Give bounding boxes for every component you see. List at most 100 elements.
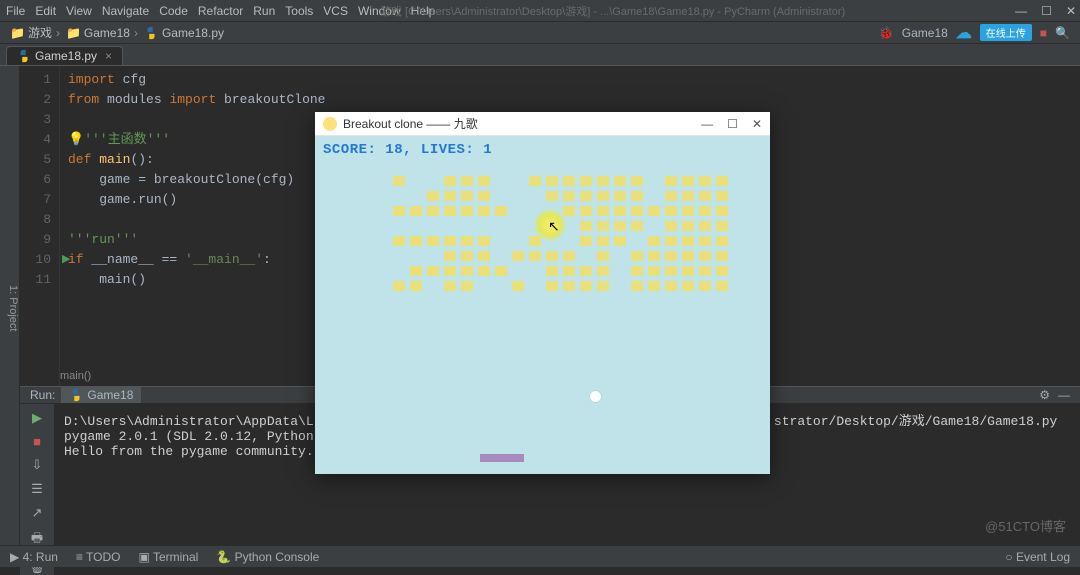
game-canvas[interactable]: SCORE: 18, LIVES: 1 ↖ — [315, 136, 770, 474]
brick — [410, 206, 422, 216]
event-log[interactable]: ○ Event Log — [1005, 550, 1070, 564]
brick — [614, 191, 626, 201]
tool-terminal[interactable]: ▣ Terminal — [139, 550, 199, 564]
breadcrumb-item-root[interactable]: 📁游戏› — [10, 24, 60, 41]
brick — [597, 191, 609, 201]
brick — [427, 236, 439, 246]
brick — [427, 191, 439, 201]
brick — [546, 266, 558, 276]
python-file-icon — [144, 26, 158, 40]
brick — [495, 266, 507, 276]
brick — [699, 221, 711, 231]
game-maximize-icon[interactable]: ☐ — [727, 117, 738, 131]
game-app-icon — [323, 117, 337, 131]
brick — [495, 206, 507, 216]
menu-run[interactable]: Run — [253, 4, 275, 18]
rerun-icon[interactable]: ▶ — [32, 410, 42, 426]
brick — [665, 176, 677, 186]
brick — [580, 266, 592, 276]
brick — [444, 251, 456, 261]
search-icon[interactable]: 🔍 — [1055, 26, 1070, 40]
breadcrumb-item-file[interactable]: Game18.py — [144, 26, 224, 40]
stop-button-icon[interactable]: ■ — [1040, 26, 1047, 40]
brick — [478, 236, 490, 246]
window-minimize-icon[interactable]: — — [1015, 4, 1027, 18]
brick — [682, 266, 694, 276]
brick — [614, 176, 626, 186]
minimize-panel-icon[interactable]: — — [1058, 388, 1070, 402]
upload-badge[interactable]: 在线上传 — [980, 24, 1032, 41]
menu-refactor[interactable]: Refactor — [198, 4, 243, 18]
python-file-icon — [17, 49, 31, 63]
menu-code[interactable]: Code — [159, 4, 188, 18]
brick — [444, 206, 456, 216]
tool-run[interactable]: ▶ 4: Run — [10, 550, 58, 564]
window-maximize-icon[interactable]: ☐ — [1041, 4, 1052, 18]
brick — [648, 266, 660, 276]
brick — [631, 266, 643, 276]
brick — [444, 236, 456, 246]
game-paddle[interactable] — [480, 454, 524, 462]
menu-edit[interactable]: Edit — [35, 4, 56, 18]
brick — [461, 206, 473, 216]
brick — [716, 236, 728, 246]
menu-navigate[interactable]: Navigate — [102, 4, 149, 18]
game-minimize-icon[interactable]: — — [701, 117, 713, 131]
menu-view[interactable]: View — [66, 4, 92, 18]
stripe-project[interactable]: 1: Project — [7, 285, 19, 331]
brick — [529, 176, 541, 186]
down-icon[interactable]: ⇩ — [32, 457, 43, 473]
export-icon[interactable]: ↗ — [32, 505, 43, 521]
run-config-tab[interactable]: Game18 — [61, 387, 141, 403]
brick — [580, 281, 592, 291]
brick — [716, 206, 728, 216]
tool-todo[interactable]: ≡ TODO — [76, 550, 121, 564]
tool-python-console[interactable]: 🐍 Python Console — [216, 550, 319, 564]
brick — [512, 251, 524, 261]
brick — [699, 236, 711, 246]
brick — [631, 206, 643, 216]
filter-icon[interactable]: ☰ — [31, 481, 43, 497]
line-number-gutter: 1234567891011 — [20, 66, 60, 386]
run-label: Run: — [30, 388, 55, 402]
brick — [461, 191, 473, 201]
brick — [631, 176, 643, 186]
brick — [597, 251, 609, 261]
watermark: @51CTO博客 — [985, 516, 1066, 535]
brick — [682, 221, 694, 231]
brick — [648, 251, 660, 261]
brick — [546, 191, 558, 201]
menu-file[interactable]: File — [6, 4, 25, 18]
brick — [478, 176, 490, 186]
editor-tab-active[interactable]: Game18.py × — [6, 46, 123, 65]
editor-tabs: Game18.py × — [0, 44, 1080, 66]
brick — [580, 221, 592, 231]
brick — [699, 251, 711, 261]
gear-icon[interactable]: ⚙ — [1039, 388, 1050, 402]
run-bug-icon[interactable]: 🐞 — [879, 26, 894, 40]
brick — [478, 206, 490, 216]
menu-tools[interactable]: Tools — [285, 4, 313, 18]
brick — [597, 281, 609, 291]
run-gutter-icon[interactable]: ▶ — [62, 252, 70, 265]
brick — [716, 266, 728, 276]
game-close-icon[interactable]: ✕ — [752, 117, 762, 131]
python-file-icon — [69, 388, 83, 402]
run-config-label[interactable]: Game18 — [902, 26, 948, 40]
close-tab-icon[interactable]: × — [105, 49, 112, 63]
brick — [597, 206, 609, 216]
brick — [665, 281, 677, 291]
brick — [563, 206, 575, 216]
brick — [444, 266, 456, 276]
game-titlebar[interactable]: Breakout clone —— 九歌 — ☐ ✕ — [315, 112, 770, 136]
cloud-icon[interactable]: ☁ — [956, 23, 972, 43]
brick — [529, 251, 541, 261]
brick — [444, 281, 456, 291]
menu-vcs[interactable]: VCS — [323, 4, 348, 18]
editor-breadcrumb[interactable]: main() — [60, 370, 91, 382]
breadcrumb-item-folder[interactable]: 📁Game18› — [66, 26, 138, 40]
window-close-icon[interactable]: ✕ — [1066, 4, 1076, 18]
stop-icon[interactable]: ■ — [33, 434, 41, 449]
brick — [410, 281, 422, 291]
brick — [461, 251, 473, 261]
